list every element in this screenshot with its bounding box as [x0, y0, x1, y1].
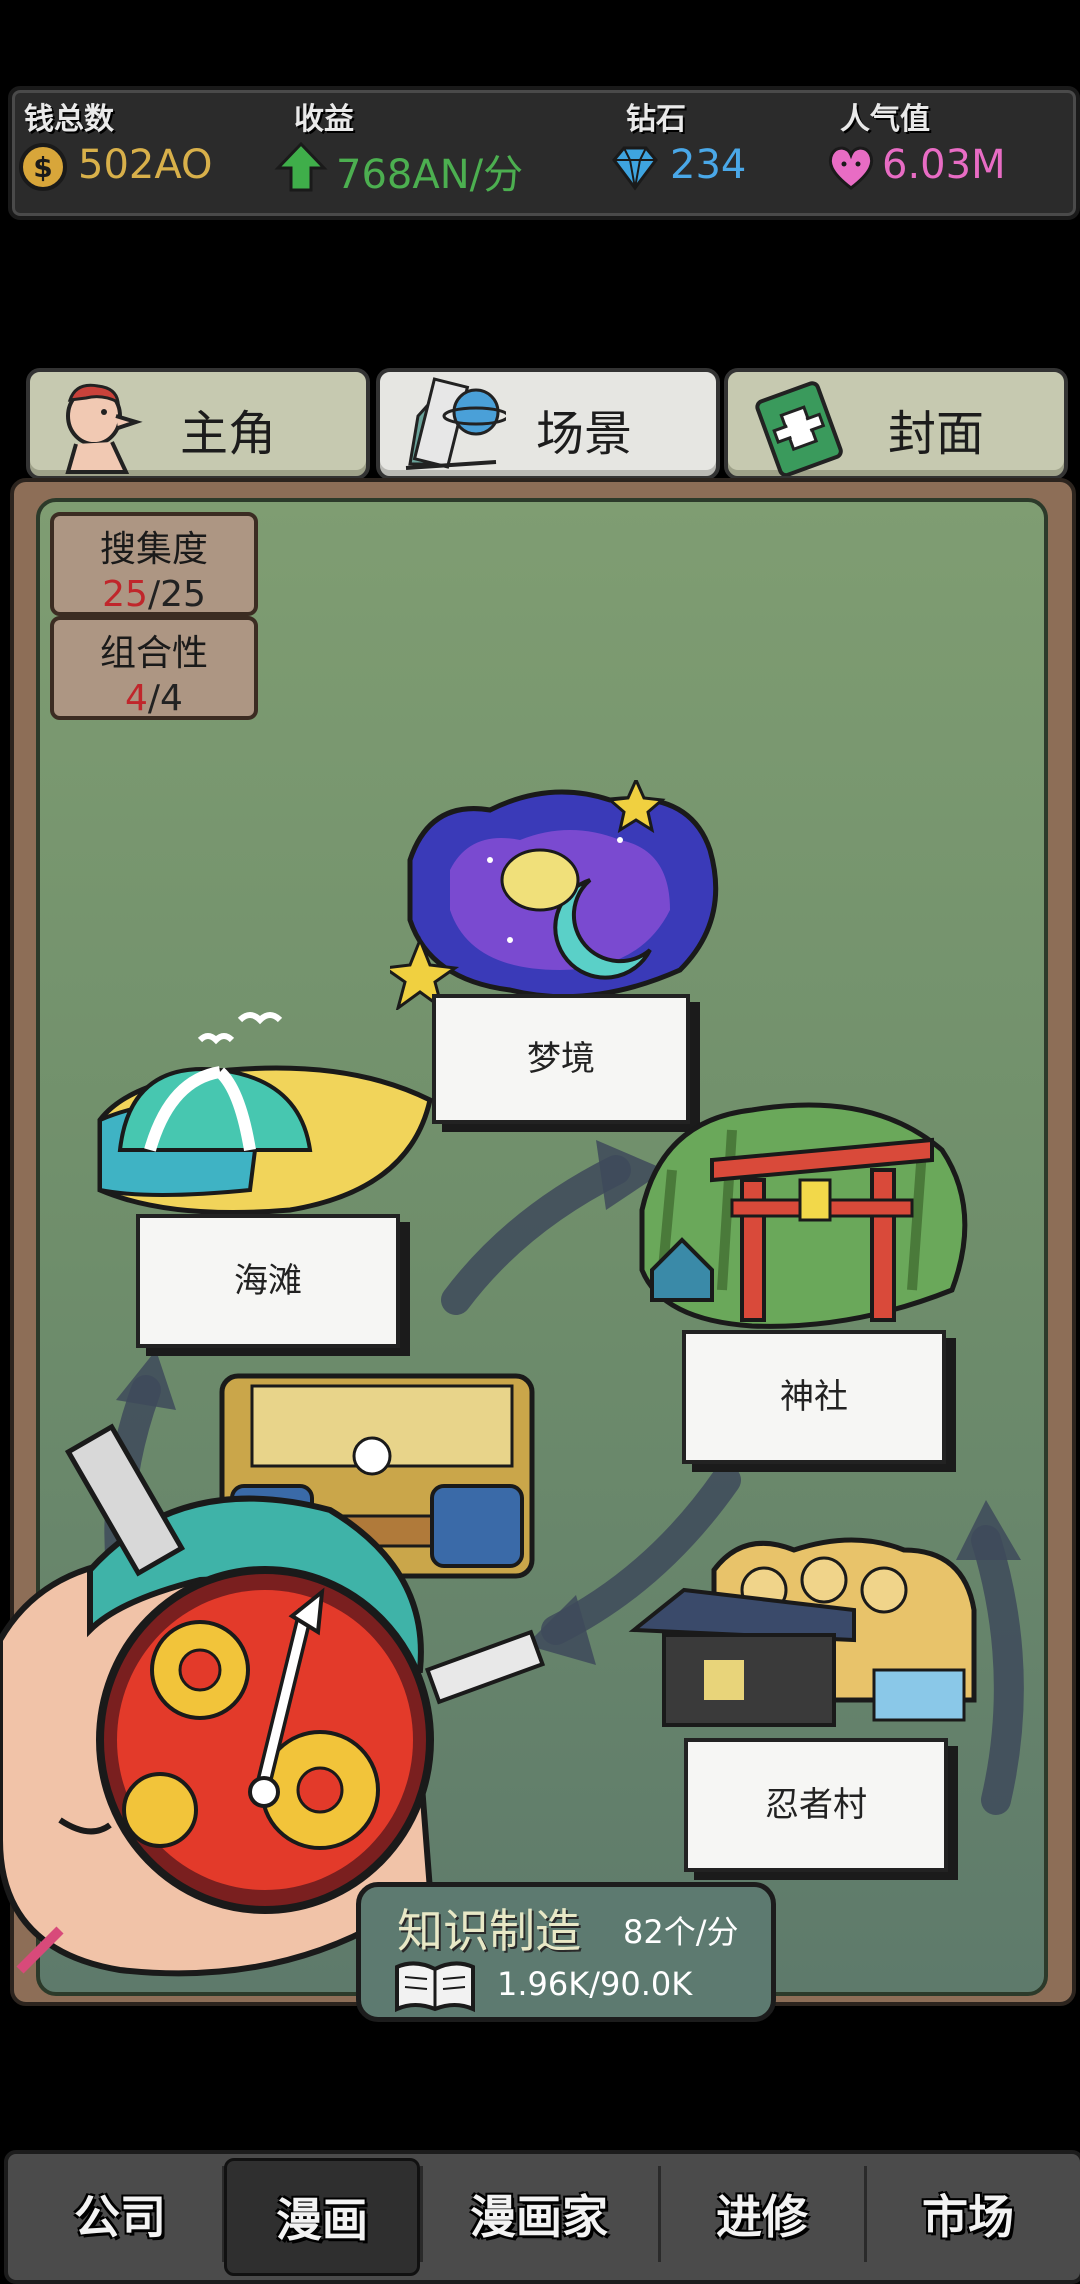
scene-label-dream: 梦境	[527, 1039, 595, 1079]
knowledge-rate: 82个/分	[623, 1913, 739, 1951]
tab-character-label: 主角	[180, 406, 277, 462]
diamond-value: 234	[670, 142, 747, 188]
nav-manga-label: 漫画	[276, 2193, 368, 2247]
knowledge-progress: 1.96K/90.0K	[497, 1965, 693, 2003]
diamond-label: 钻石	[626, 102, 686, 137]
nav-market-label: 市场	[922, 2190, 1014, 2244]
beach-art	[97, 1012, 433, 1215]
tab-scene[interactable]: 场景	[376, 368, 720, 480]
knowledge-panel[interactable]: 知识制造 82个/分 1.96K/90.0K	[356, 1882, 776, 2022]
open-book-icon	[395, 1961, 475, 2013]
popularity-value: 6.03M	[882, 142, 1006, 188]
nav-company[interactable]: 公司	[20, 2158, 220, 2270]
combination-box: 组合性 4/4	[50, 616, 258, 720]
combination-total: /4	[147, 678, 183, 719]
collection-box: 搜集度 25/25	[50, 512, 258, 616]
coin-icon: $	[19, 143, 67, 191]
svg-text:$: $	[33, 151, 52, 184]
nav-mangaka[interactable]: 漫画家	[424, 2158, 654, 2270]
collection-title: 搜集度	[99, 529, 208, 570]
ninja-village-art	[628, 1537, 977, 1727]
nav-company-label: 公司	[74, 2190, 166, 2244]
stats-bar: 钱总数 $ 502AO 收益 768AN/分 钻石 234 人气值 6.03M	[8, 86, 1080, 220]
income-value: 768AN/分	[336, 152, 524, 198]
collection-value: 25/25	[54, 574, 254, 615]
money-stat: 钱总数 $ 502AO	[16, 90, 266, 216]
nav-manga[interactable]: 漫画	[224, 2158, 420, 2276]
nav-market[interactable]: 市场	[868, 2158, 1068, 2270]
knowledge-title: 知识制造	[397, 1904, 581, 1958]
cover-book-icon	[755, 381, 843, 476]
shrine-art	[639, 1102, 968, 1329]
tab-cover-label: 封面	[888, 406, 985, 462]
scene-icon	[405, 377, 506, 470]
nav-mangaka-label: 漫画家	[470, 2190, 608, 2244]
collection-current: 25	[102, 574, 148, 615]
combination-current: 4	[125, 678, 148, 719]
diamond-icon	[612, 146, 658, 191]
diamond-stat: 钻石 234	[608, 90, 818, 216]
up-arrow-icon	[274, 141, 328, 192]
scene-card-ninja-village[interactable]: 忍者村	[684, 1738, 948, 1872]
scene-label-beach: 海滩	[234, 1261, 302, 1301]
scene-card-beach[interactable]: 海滩	[136, 1214, 400, 1348]
heart-icon	[828, 146, 874, 190]
income-stat: 收益 768AN/分	[274, 90, 584, 216]
popularity-label: 人气值	[840, 102, 930, 137]
combination-title: 组合性	[99, 633, 208, 674]
collection-total: /25	[147, 574, 206, 615]
popularity-stat: 人气值 6.03M	[820, 90, 1076, 216]
nav-training-label: 进修	[716, 2190, 808, 2244]
tab-cover[interactable]: 封面	[724, 368, 1068, 480]
income-label: 收益	[294, 102, 354, 137]
money-label: 钱总数	[24, 102, 114, 137]
scene-label-ninja-village: 忍者村	[765, 1785, 867, 1825]
nav-divider	[864, 2166, 867, 2262]
money-value: 502AO	[78, 142, 213, 188]
nav-training[interactable]: 进修	[662, 2158, 862, 2270]
nav-divider	[658, 2166, 661, 2262]
scene-label-shrine: 神社	[780, 1377, 848, 1417]
nav-divider	[420, 2166, 423, 2262]
tab-character[interactable]: 主角	[26, 368, 370, 480]
character-icon	[65, 383, 143, 474]
scene-card-shrine[interactable]: 神社	[682, 1330, 946, 1464]
combination-value: 4/4	[54, 678, 254, 719]
dream-art	[390, 780, 719, 1010]
tab-scene-label: 场景	[536, 406, 633, 462]
